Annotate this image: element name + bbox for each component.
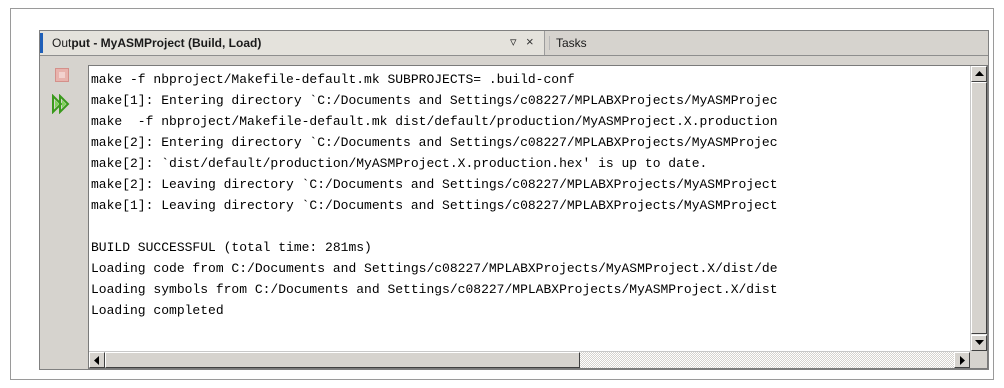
arrow-up-icon [975, 71, 984, 76]
console-line: make[2]: `dist/default/production/MyASMP… [91, 156, 708, 171]
console-line: Loading completed [91, 303, 224, 318]
close-icon[interactable]: × [526, 34, 534, 50]
horizontal-scroll-thumb[interactable] [105, 352, 580, 368]
console-lines: make -f nbproject/Makefile-default.mk SU… [91, 69, 961, 345]
scroll-right-button[interactable] [954, 352, 970, 368]
console-line: make -f nbproject/Makefile-default.mk SU… [91, 72, 575, 87]
tab-separator [549, 36, 550, 50]
console-line: make -f nbproject/Makefile-default.mk di… [91, 114, 778, 129]
arrow-down-icon [975, 340, 984, 345]
scroll-down-button[interactable] [971, 335, 987, 351]
output-panel: Output - MyASMProject (Build, Load) ▿ × … [39, 30, 989, 370]
minimize-icon[interactable]: ▿ [510, 34, 517, 50]
stop-icon [55, 68, 69, 82]
console-line: make[1]: Entering directory `C:/Document… [91, 93, 778, 108]
console-line: make[2]: Entering directory `C:/Document… [91, 135, 778, 150]
scrollbar-corner [970, 351, 987, 368]
console-line: BUILD SUCCESSFUL (total time: 281ms) [91, 240, 372, 255]
horizontal-scroll-track[interactable] [580, 352, 954, 368]
tab-bar: Output - MyASMProject (Build, Load) ▿ × … [40, 31, 988, 56]
console-output[interactable]: make -f nbproject/Makefile-default.mk SU… [88, 65, 988, 369]
tab-tasks-label: Tasks [556, 36, 587, 50]
tab-output-label: Output - MyASMProject (Build, Load) [52, 36, 262, 50]
arrow-left-icon [94, 356, 99, 365]
vertical-scrollbar[interactable] [970, 66, 987, 351]
tab-output[interactable]: Output - MyASMProject (Build, Load) ▿ × [40, 31, 545, 55]
scroll-up-button[interactable] [971, 66, 987, 82]
stop-button[interactable] [53, 66, 71, 84]
console-line: Loading code from C:/Documents and Setti… [91, 261, 778, 276]
vertical-scroll-thumb[interactable] [971, 82, 987, 334]
console-line: make[2]: Leaving directory `C:/Documents… [91, 177, 778, 192]
scroll-left-button[interactable] [89, 352, 105, 368]
tab-active-indicator [40, 33, 43, 53]
console-line: Loading symbols from C:/Documents and Se… [91, 282, 778, 297]
tab-tasks[interactable]: Tasks [546, 31, 646, 55]
horizontal-scrollbar[interactable] [89, 351, 970, 368]
console-line: make[1]: Leaving directory `C:/Documents… [91, 198, 778, 213]
output-toolbar [40, 56, 81, 369]
arrow-right-icon [960, 356, 965, 365]
rerun-button[interactable] [51, 93, 73, 115]
rerun-icon [52, 93, 70, 115]
